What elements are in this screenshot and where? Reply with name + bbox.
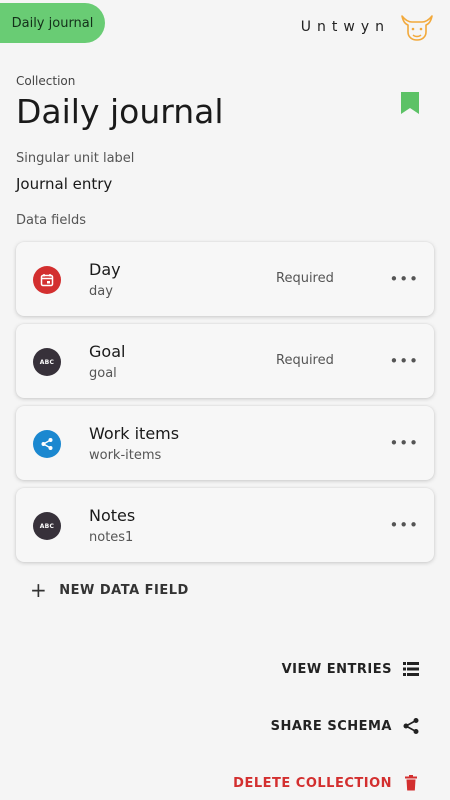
field-slug: work-items xyxy=(89,448,162,463)
view-entries-button[interactable]: VIEW ENTRIES xyxy=(282,660,420,678)
brand: Untwyn xyxy=(301,12,434,42)
more-options-icon[interactable]: ••• xyxy=(389,516,419,534)
field-card-day[interactable]: Day day Required ••• xyxy=(16,242,434,316)
unit-label-caption: Singular unit label xyxy=(16,151,135,166)
field-slug: notes1 xyxy=(89,530,134,545)
field-card-goal[interactable]: ABC Goal goal Required ••• xyxy=(16,324,434,398)
collection-tab[interactable]: Daily journal xyxy=(0,3,105,43)
bookmark-icon[interactable] xyxy=(400,91,420,115)
collection-tab-label: Daily journal xyxy=(11,15,94,31)
field-name: Goal xyxy=(89,342,126,361)
new-data-field-label: NEW DATA FIELD xyxy=(59,582,189,598)
list-icon xyxy=(403,662,419,676)
data-fields-caption: Data fields xyxy=(16,213,86,228)
required-badge: Required xyxy=(276,353,334,368)
delete-collection-button[interactable]: DELETE COLLECTION xyxy=(233,774,420,792)
field-card-notes[interactable]: ABC Notes notes1 ••• xyxy=(16,488,434,562)
abc-icon: ABC xyxy=(33,348,61,376)
field-slug: day xyxy=(89,284,113,299)
page-title: Daily journal xyxy=(16,92,224,131)
field-name: Work items xyxy=(89,424,180,443)
more-options-icon[interactable]: ••• xyxy=(389,352,419,370)
view-entries-label: VIEW ENTRIES xyxy=(281,661,392,677)
field-name: Day xyxy=(89,260,121,279)
delete-collection-label: DELETE COLLECTION xyxy=(233,775,392,791)
ox-logo-icon xyxy=(401,15,433,41)
more-options-icon[interactable]: ••• xyxy=(389,270,419,288)
share-icon xyxy=(33,430,61,458)
share-schema-button[interactable]: SHARE SCHEMA xyxy=(271,717,420,735)
abc-icon-text: ABC xyxy=(39,358,55,366)
field-slug: goal xyxy=(89,366,117,381)
abc-icon: ABC xyxy=(33,512,61,540)
collection-caption: Collection xyxy=(16,74,76,88)
calendar-icon xyxy=(33,266,61,294)
abc-icon-text: ABC xyxy=(39,522,55,530)
more-options-icon[interactable]: ••• xyxy=(389,434,419,452)
field-name: Notes xyxy=(89,506,136,525)
required-badge: Required xyxy=(276,271,334,286)
plus-icon: + xyxy=(30,578,48,602)
new-data-field-button[interactable]: + NEW DATA FIELD xyxy=(30,580,189,600)
share-icon xyxy=(403,718,419,734)
share-schema-label: SHARE SCHEMA xyxy=(270,718,392,734)
field-card-work-items[interactable]: Work items work-items ••• xyxy=(16,406,434,480)
brand-name: Untwyn xyxy=(300,19,390,35)
trash-icon xyxy=(405,775,417,791)
unit-label-value: Journal entry xyxy=(16,175,113,193)
